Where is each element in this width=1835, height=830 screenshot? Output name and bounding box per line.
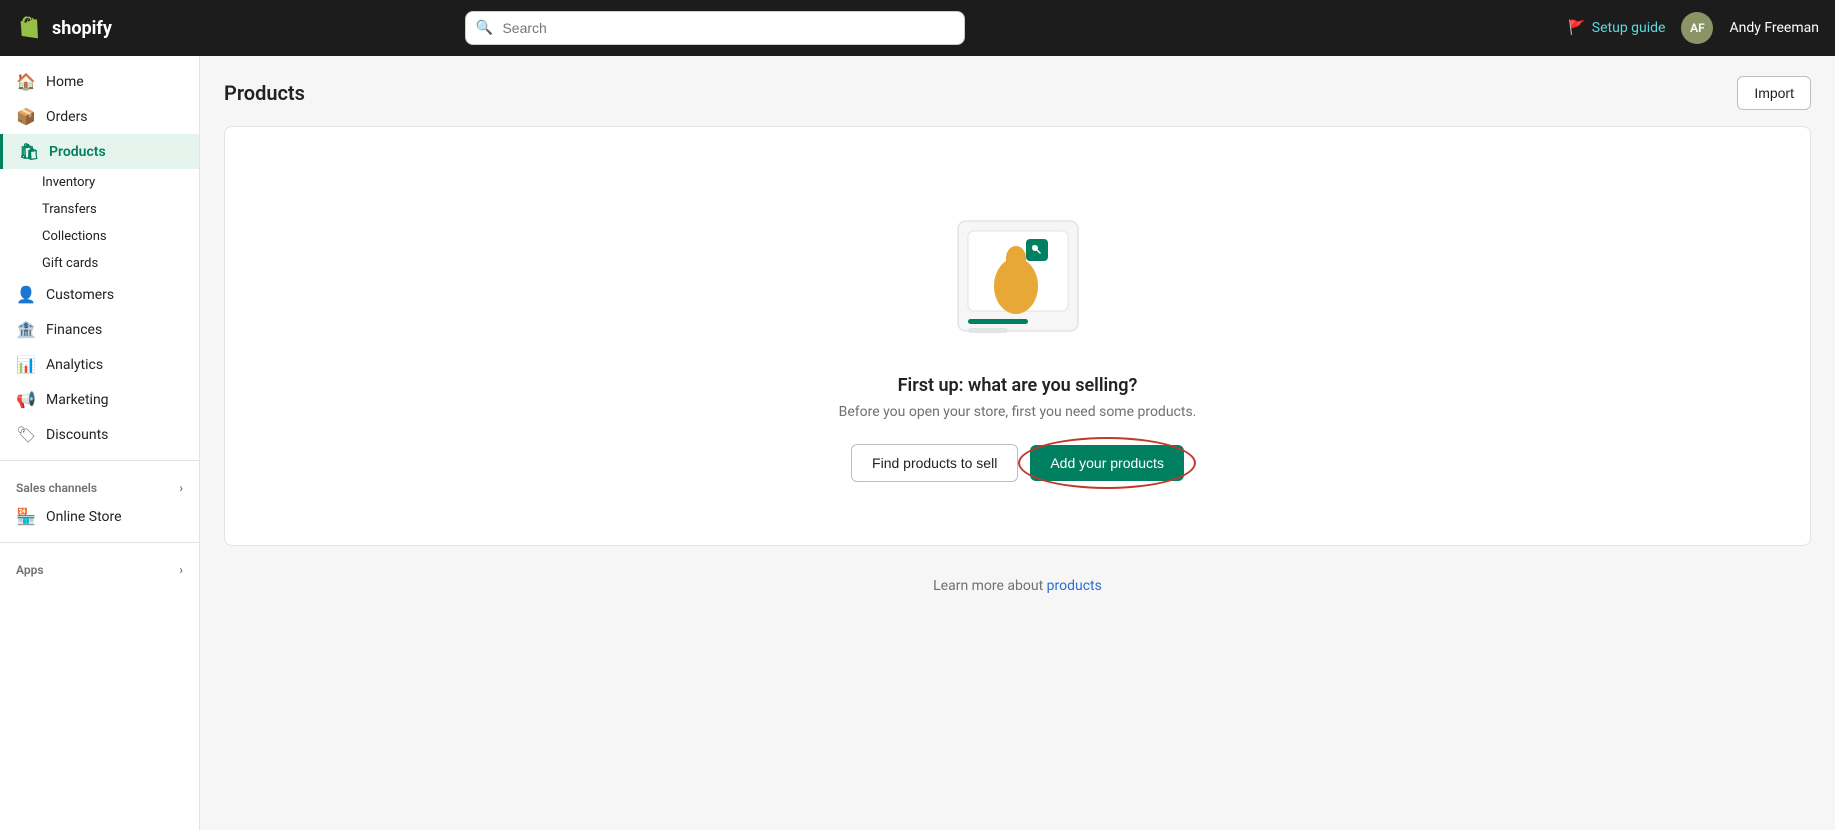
page-title: Products bbox=[224, 81, 305, 105]
sidebar: 🏠 Home 📦 Orders 🛍 Products Inventory Tra… bbox=[0, 56, 200, 830]
user-name: Andy Freeman bbox=[1729, 20, 1819, 36]
chevron-right-icon: › bbox=[179, 481, 183, 495]
online-store-icon: 🏪 bbox=[16, 507, 36, 526]
discounts-icon: 🏷 bbox=[16, 425, 36, 444]
sidebar-item-home[interactable]: 🏠 Home bbox=[0, 64, 199, 99]
apps-chevron-icon: › bbox=[179, 563, 183, 577]
sidebar-item-products[interactable]: 🛍 Products bbox=[0, 134, 199, 169]
logo-text: shopify bbox=[52, 18, 112, 39]
topnav-right: 🚩 Setup guide AF Andy Freeman bbox=[1568, 12, 1819, 44]
apps-section: Apps › bbox=[0, 551, 199, 581]
customers-icon: 👤 bbox=[16, 285, 36, 304]
home-icon: 🏠 bbox=[16, 72, 36, 91]
page-header: Products Import bbox=[224, 76, 1811, 110]
sidebar-item-transfers[interactable]: Transfers bbox=[0, 196, 199, 223]
search-input[interactable] bbox=[465, 11, 965, 45]
empty-state-subtitle: Before you open your store, first you ne… bbox=[839, 404, 1197, 420]
import-button[interactable]: Import bbox=[1737, 76, 1811, 110]
sidebar-item-inventory[interactable]: Inventory bbox=[0, 169, 199, 196]
sidebar-item-customers[interactable]: 👤 Customers bbox=[0, 277, 199, 312]
learn-more-link[interactable]: products bbox=[1047, 578, 1102, 594]
main-layout: 🏠 Home 📦 Orders 🛍 Products Inventory Tra… bbox=[0, 56, 1835, 830]
analytics-icon: 📊 bbox=[16, 355, 36, 374]
setup-guide-button[interactable]: 🚩 Setup guide bbox=[1568, 20, 1665, 36]
flag-icon: 🚩 bbox=[1568, 20, 1585, 36]
sidebar-item-online-store[interactable]: 🏪 Online Store bbox=[0, 499, 199, 534]
sidebar-divider-2 bbox=[0, 542, 199, 543]
marketing-icon: 📢 bbox=[16, 390, 36, 409]
search-icon: 🔍 bbox=[475, 20, 492, 36]
finances-icon: 🏦 bbox=[16, 320, 36, 339]
sidebar-divider-1 bbox=[0, 460, 199, 461]
empty-state-card: First up: what are you selling? Before y… bbox=[224, 126, 1811, 546]
sidebar-item-marketing[interactable]: 📢 Marketing bbox=[0, 382, 199, 417]
top-navigation: shopify 🔍 🚩 Setup guide AF Andy Freeman bbox=[0, 0, 1835, 56]
sidebar-item-discounts[interactable]: 🏷 Discounts bbox=[0, 417, 199, 452]
sidebar-item-orders[interactable]: 📦 Orders bbox=[0, 99, 199, 134]
avatar[interactable]: AF bbox=[1681, 12, 1713, 44]
product-illustration bbox=[938, 191, 1098, 351]
shopify-logo-icon bbox=[16, 14, 44, 42]
sales-channels-section: Sales channels › bbox=[0, 469, 199, 499]
learn-more-section: Learn more about products bbox=[224, 578, 1811, 594]
add-products-button[interactable]: Add your products bbox=[1030, 445, 1184, 481]
orders-icon: 📦 bbox=[16, 107, 36, 126]
find-products-button[interactable]: Find products to sell bbox=[851, 444, 1018, 482]
products-icon: 🛍 bbox=[19, 142, 39, 161]
shopify-logo[interactable]: shopify bbox=[16, 14, 156, 42]
sidebar-item-analytics[interactable]: 📊 Analytics bbox=[0, 347, 199, 382]
add-products-wrapper: Add your products bbox=[1030, 445, 1184, 481]
sidebar-item-gift-cards[interactable]: Gift cards bbox=[0, 250, 199, 277]
sidebar-item-collections[interactable]: Collections bbox=[0, 223, 199, 250]
empty-state-title: First up: what are you selling? bbox=[898, 375, 1138, 396]
content-area: Products Import Fir bbox=[200, 56, 1835, 830]
search-bar: 🔍 bbox=[465, 11, 965, 45]
sidebar-item-finances[interactable]: 🏦 Finances bbox=[0, 312, 199, 347]
action-buttons: Find products to sell Add your products bbox=[851, 444, 1184, 482]
